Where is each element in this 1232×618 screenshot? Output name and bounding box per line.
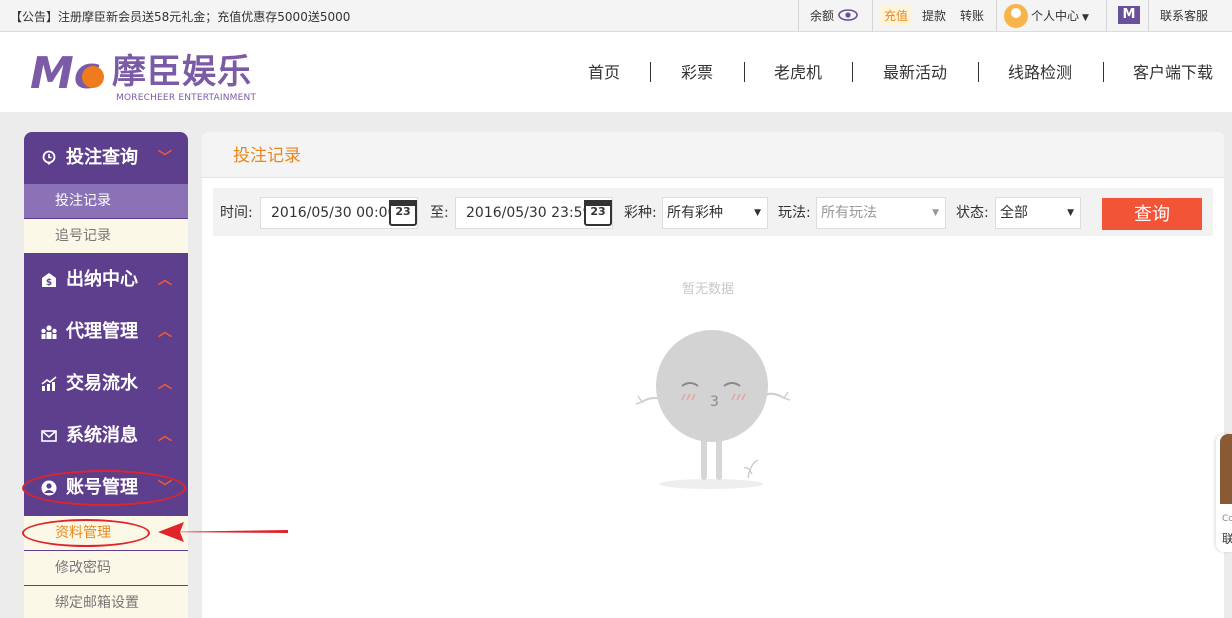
recharge-link[interactable]: 充值 [880,6,913,26]
sidebar-section-agent[interactable]: 代理管理 ︿ [24,306,188,358]
sidebar-section-messages[interactable]: 系统消息 ︿ [24,410,188,462]
sidebar-section-transactions[interactable]: 交易流水 ︿ [24,358,188,410]
logo-text: 摩臣娱乐 [112,52,252,92]
annotation-ring-account [22,470,186,506]
chart-pin-icon [42,150,56,165]
nav-home[interactable]: 首页 [588,62,620,84]
annotation-arrow-icon [158,522,288,542]
query-button[interactable]: 查询 [1102,198,1202,230]
annotation-ring-profile [22,519,150,547]
sidebar-item-bet-records[interactable]: 投注记录 [24,184,188,218]
nav-divider [650,62,651,82]
status-label: 状态: [956,205,989,221]
panel-header: 投注记录 [202,132,1224,178]
to-label: 至: [430,205,449,221]
play-label: 玩法: [778,205,811,221]
status-select[interactable]: 全部 ▼ [995,197,1081,229]
divider [1148,0,1149,32]
logo-dot [82,66,104,88]
sidebar-item-bind-email[interactable]: 绑定邮箱设置 [24,586,188,618]
lottery-select[interactable]: 所有彩种 ▼ [662,197,768,229]
divider [798,0,799,32]
play-select[interactable]: 所有玩法 ▼ [816,197,946,229]
avatar-icon [1004,4,1028,28]
empty-state-mascot-icon: 3 [635,330,791,489]
nav-divider [744,62,745,82]
balance-toggle[interactable]: 余额 [810,0,858,32]
svg-text:$: $ [46,278,52,288]
page-title: 投注记录 [233,146,301,166]
filter-bar: 时间: 2016/05/30 00:00 23 至: 2016/05/30 23… [213,188,1213,236]
time-label: 时间: [220,205,253,221]
personal-center-label: 个人中心 [1031,9,1080,23]
nav-divider [852,62,853,82]
announcement: 【公告】注册摩臣新会员送58元礼金；充值优惠存5000送5000 [10,8,350,25]
lottery-select-value: 所有彩种 [667,205,723,221]
eye-icon [838,9,858,21]
team-icon [41,325,57,339]
chevron-down-icon: ▼ [1082,13,1089,23]
trend-icon [41,376,57,391]
empty-state-text: 暂无数据 [682,282,735,297]
nav-divider [978,62,979,82]
money-bag-icon: $ [42,273,56,288]
top-bar: 【公告】注册摩臣新会员送58元礼金；充值优惠存5000送5000 余额 充值 提… [0,0,1232,32]
sidebar-section-cashier[interactable]: $ 出纳中心 ︿ [24,254,188,306]
sidebar-section-bet-query[interactable]: 投注查询 ﹀ [24,132,188,184]
play-select-value: 所有玩法 [821,205,877,221]
personal-center-menu[interactable]: 个人中心 ▼ [1031,0,1089,32]
calendar-icon[interactable]: 23 [389,200,417,226]
nav-client-download[interactable]: 客户端下载 [1133,62,1213,84]
floating-service-card[interactable]: Co 联 [1216,434,1232,552]
dropdown-arrow-icon: ▼ [1067,208,1074,218]
status-select-value: 全部 [1000,205,1028,221]
sidebar-section-label: 出纳中心 [66,269,138,290]
mail-icon [41,430,57,442]
divider [996,0,997,32]
calendar-icon[interactable]: 23 [584,200,612,226]
withdraw-link[interactable]: 提款 [922,0,946,32]
sidebar-item-chase-records[interactable]: 追号记录 [24,219,188,253]
divider [1106,0,1107,32]
chevron-up-icon: ︿ [158,428,172,444]
site-header: Mc 摩臣娱乐 MORECHEER ENTERTAINMENT 首页 彩票 老虎… [0,32,1232,112]
sidebar-section-label: 系统消息 [66,425,138,446]
service-avatar-image [1220,434,1232,504]
divider [872,0,873,32]
lottery-label: 彩种: [624,205,657,221]
chevron-down-icon: ﹀ [158,150,172,166]
chevron-up-icon: ︿ [158,376,172,392]
main-panel: 投注记录 时间: 2016/05/30 00:00 23 至: 2016/05/… [202,132,1224,618]
nav-slots[interactable]: 老虎机 [774,62,822,84]
sidebar-section-label: 投注查询 [66,147,138,168]
contact-service-link[interactable]: 联系客服 [1160,0,1208,32]
nav-divider [1103,62,1104,82]
announcement-tag: 【公告】 [10,10,59,24]
nav-promotions[interactable]: 最新活动 [883,62,947,84]
transfer-link[interactable]: 转账 [960,0,984,32]
logo-subtext: MORECHEER ENTERTAINMENT [116,93,257,103]
sidebar-item-change-password[interactable]: 修改密码 [24,551,188,585]
dropdown-arrow-icon: ▼ [932,208,939,218]
svg-text:3: 3 [710,394,719,410]
nav-line-check[interactable]: 线路检测 [1008,62,1072,84]
chevron-up-icon: ︿ [158,272,172,288]
brand-m-icon[interactable]: M [1118,6,1140,24]
floating-card-text: Co [1222,514,1232,524]
announcement-text: 注册摩臣新会员送58元礼金；充值优惠存5000送5000 [58,10,351,24]
chevron-up-icon: ︿ [158,324,172,340]
floating-card-text: 联 [1222,532,1232,546]
dropdown-arrow-icon: ▼ [754,208,761,218]
sidebar-section-label: 交易流水 [66,373,138,394]
balance-label: 余额 [810,9,835,23]
nav-lottery[interactable]: 彩票 [681,62,713,84]
sidebar-section-label: 代理管理 [66,321,138,342]
